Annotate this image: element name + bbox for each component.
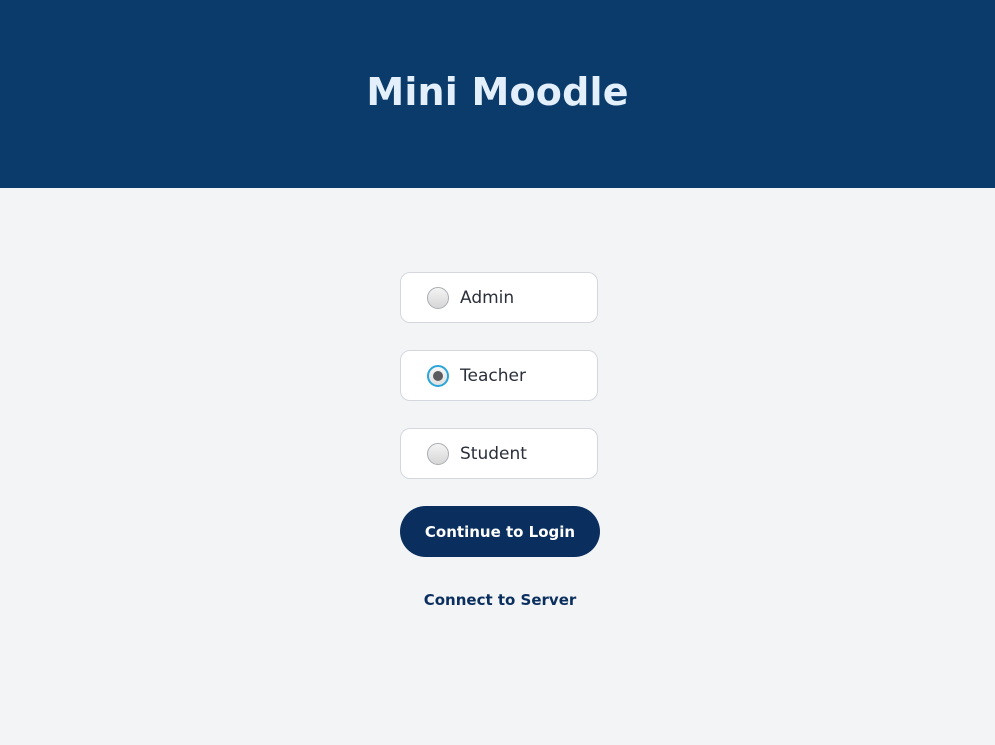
role-option-teacher[interactable]: Teacher [400,350,598,401]
role-label-student: Student [460,443,527,464]
radio-button-admin[interactable] [427,286,449,309]
role-option-student[interactable]: Student [400,428,598,479]
app-header: Mini Moodle [0,0,995,188]
radio-button-teacher[interactable] [427,364,449,387]
app-title: Mini Moodle [366,70,629,114]
radio-button-student[interactable] [427,442,449,465]
role-option-admin[interactable]: Admin [400,272,598,323]
radio-dot [433,370,443,381]
connect-to-server-link[interactable]: Connect to Server [400,591,600,609]
role-label-admin: Admin [460,287,515,308]
continue-to-login-button[interactable]: Continue to Login [400,506,600,557]
role-selection-panel: Admin Teacher Student Continue to Login … [0,188,995,745]
role-label-teacher: Teacher [460,365,526,386]
